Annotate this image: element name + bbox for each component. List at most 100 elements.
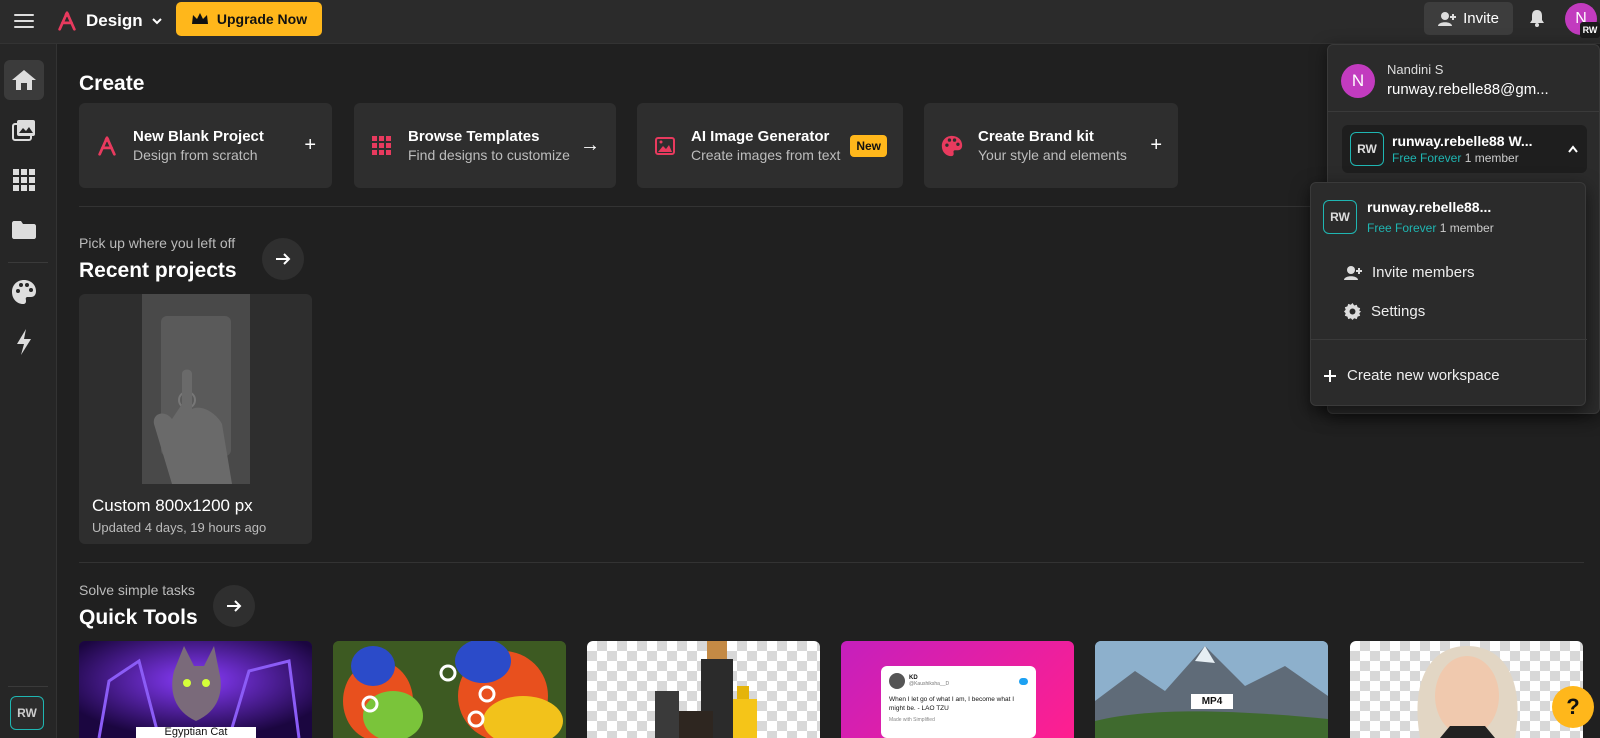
quick-tools-heading: Quick Tools [79, 606, 198, 629]
recent-see-all-button[interactable] [262, 238, 304, 280]
workspace-plan: Free Forever [1392, 151, 1462, 165]
bolt-icon[interactable] [4, 322, 44, 362]
tool-card-bottles[interactable] [587, 641, 820, 738]
settings-item[interactable]: Settings [1344, 303, 1425, 320]
arrow-right-icon [227, 600, 242, 612]
gear-icon [1344, 303, 1361, 320]
invite-members-item[interactable]: Invite members [1344, 264, 1475, 281]
upgrade-button[interactable]: Upgrade Now [176, 2, 322, 36]
recent-eyebrow: Pick up where you left off [79, 235, 236, 251]
crown-icon [191, 13, 208, 24]
upgrade-label: Upgrade Now [216, 11, 308, 27]
invite-button[interactable]: Invite [1424, 2, 1513, 35]
workspace-name: runway.rebelle88 W... [1392, 133, 1533, 149]
divider [1311, 339, 1587, 340]
workspace-plan-line: Free Forever 1 member [1392, 151, 1567, 165]
tool-caption: Egyptian Cat [164, 726, 228, 738]
create-workspace-item[interactable]: Create new workspace [1323, 367, 1500, 384]
image-icon [653, 134, 677, 158]
invite-label: Invite [1463, 10, 1499, 27]
chevron-up-icon [1568, 145, 1578, 153]
card-subtitle: Your style and elements [978, 147, 1127, 163]
palette-icon [940, 134, 964, 158]
invite-members-label: Invite members [1372, 264, 1475, 281]
twitter-icon [1019, 677, 1028, 685]
tool-card-egyptian-cat[interactable]: Egyptian Cat [79, 641, 312, 738]
recent-heading: Recent projects [79, 259, 237, 282]
workspace-badge: RW [1350, 132, 1384, 166]
account-email: runway.rebelle88@gm... [1387, 81, 1549, 98]
card-title: Browse Templates [408, 128, 540, 145]
workspace-current[interactable]: RW runway.rebelle88... Free Forever 1 me… [1323, 199, 1494, 235]
plus-icon: + [1150, 134, 1162, 156]
workspace-badge: RW [1323, 200, 1357, 234]
browse-templates-card[interactable]: Browse Templates Find designs to customi… [354, 103, 616, 188]
ai-image-generator-card[interactable]: AI Image Generator Create images from te… [637, 103, 903, 188]
account-name: Nandini S [1387, 62, 1444, 77]
account-avatar: N [1341, 64, 1375, 98]
workspace-members: 1 member [1464, 151, 1519, 165]
workspace-name: runway.rebelle88... [1367, 199, 1492, 215]
workspace-badge: RW [1580, 22, 1600, 38]
tweet-card: KD @Kaushiksha__D When I let go of what … [881, 666, 1036, 738]
tweet-text: When I let go of what I am, I become wha… [889, 696, 1015, 712]
sidebar-workspace-button[interactable]: RW [10, 696, 44, 730]
design-logo-icon [95, 134, 119, 158]
workspace-plan: Free Forever [1367, 221, 1437, 235]
app-name: Design [86, 11, 143, 30]
add-user-icon [1344, 265, 1362, 280]
palette-icon[interactable] [4, 272, 44, 312]
tool-card-portrait[interactable] [1350, 641, 1583, 738]
chevron-down-icon [151, 18, 162, 25]
create-workspace-label: Create new workspace [1347, 367, 1500, 384]
arrow-right-icon [276, 253, 291, 265]
sidebar-divider [8, 262, 48, 263]
apps-icon[interactable] [4, 160, 44, 200]
tweet-user: @Kaushiksha__D [909, 681, 950, 687]
new-blank-project-card[interactable]: New Blank Project Design from scratch + [79, 103, 332, 188]
workspace-selector[interactable]: RW runway.rebelle88 W... Free Forever 1 … [1342, 125, 1587, 173]
card-title: AI Image Generator [691, 128, 830, 145]
add-user-icon [1438, 11, 1457, 26]
bell-icon[interactable] [1529, 9, 1545, 32]
template-grid-icon [370, 134, 394, 158]
divider [1328, 111, 1600, 112]
tool-card-parrots[interactable] [333, 641, 566, 738]
card-subtitle: Create images from text [691, 147, 841, 163]
help-button[interactable]: ? [1552, 686, 1594, 728]
mp4-label: MP4 [1191, 694, 1233, 709]
settings-label: Settings [1371, 303, 1426, 320]
media-icon[interactable] [4, 110, 44, 150]
app-switcher[interactable]: Design [56, 10, 163, 32]
menu-icon[interactable] [14, 11, 34, 31]
card-subtitle: Design from scratch [133, 147, 258, 163]
arrow-right-icon: → [580, 134, 600, 156]
new-badge: New [850, 134, 887, 157]
tweet-avatar [889, 673, 905, 689]
workspace-members: 1 member [1439, 221, 1494, 235]
quick-tools-eyebrow: Solve simple tasks [79, 582, 195, 598]
design-logo-icon [58, 11, 76, 31]
plus-icon [1324, 369, 1336, 382]
card-subtitle: Find designs to customize [408, 147, 570, 163]
plus-icon: + [304, 134, 316, 156]
project-card[interactable]: Custom 800x1200 px Updated 4 days, 19 ho… [79, 294, 312, 544]
project-name: Custom 800x1200 px [92, 496, 253, 515]
create-brand-kit-card[interactable]: Create Brand kit Your style and elements… [924, 103, 1178, 188]
project-updated: Updated 4 days, 19 hours ago [92, 520, 267, 535]
project-thumbnail [142, 294, 250, 484]
workspace-plan-line: Free Forever 1 member [1367, 221, 1494, 235]
create-heading: Create [79, 72, 145, 95]
card-title: Create Brand kit [978, 128, 1094, 145]
tool-card-tweet[interactable]: KD @Kaushiksha__D When I let go of what … [841, 641, 1074, 738]
card-title: New Blank Project [133, 128, 264, 145]
workspace-menu: RW runway.rebelle88... Free Forever 1 me… [1310, 182, 1587, 406]
top-bar: Design Upgrade Now Invite N RW [0, 0, 1600, 44]
quick-tools-see-all-button[interactable] [213, 585, 255, 627]
tweet-footer: Made with Simplified [889, 717, 935, 723]
tool-card-mp4[interactable]: MP4 [1095, 641, 1328, 738]
home-icon[interactable] [4, 60, 44, 100]
folder-icon[interactable] [4, 210, 44, 250]
sidebar-divider [8, 686, 48, 687]
sidebar: RW [0, 44, 57, 738]
